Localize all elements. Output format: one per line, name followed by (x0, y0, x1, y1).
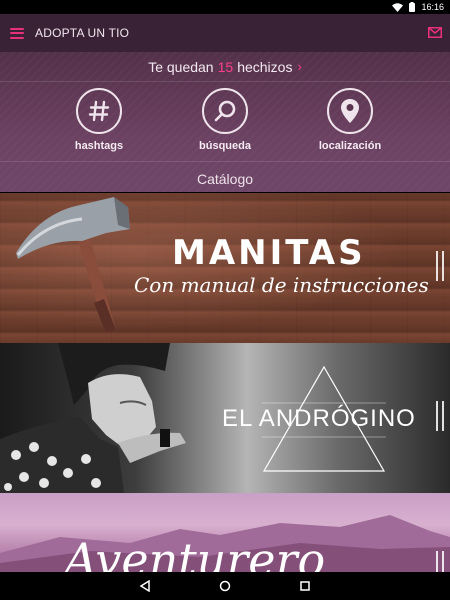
card-title: EL ANDRÓGINO (222, 405, 416, 432)
home-icon[interactable] (215, 576, 235, 596)
status-time: 16:16 (421, 2, 444, 12)
location-pin-icon (327, 88, 373, 134)
back-icon[interactable] (135, 576, 155, 596)
portrait-illustration (0, 343, 186, 493)
drag-handle-icon[interactable] (436, 401, 444, 431)
battery-icon (409, 2, 416, 12)
app-title: ADOPTA UN TIO (35, 26, 130, 40)
feature-shortcuts: hashtags búsqueda localización (0, 84, 450, 162)
catalog-card-el-androgino[interactable]: EL ANDRÓGINO (0, 343, 450, 493)
card-subtitle: Con manual de instrucciones (134, 273, 429, 297)
card-title: MANITAS (172, 233, 366, 273)
spells-count: 15 (217, 58, 234, 75)
card-title: Aventurero (64, 533, 326, 572)
system-nav-bar (0, 572, 450, 600)
spells-prefix: Te quedan (148, 58, 214, 75)
search-icon (202, 88, 248, 134)
chevron-right-icon: › (297, 59, 302, 74)
search-button[interactable]: búsqueda (165, 88, 285, 152)
catalog-title: Catálogo (196, 171, 254, 187)
wifi-icon (392, 2, 404, 12)
drag-handle-icon[interactable] (436, 251, 444, 281)
hammer-icon (16, 197, 130, 333)
app-bar: ADOPTA UN TIO (0, 14, 450, 52)
spells-suffix: hechizos (237, 58, 293, 75)
hashtags-button[interactable]: hashtags (39, 88, 159, 152)
catalog-card-manitas[interactable]: MANITAS Con manual de instrucciones (0, 193, 450, 343)
catalog-card-aventurero[interactable]: Aventurero (0, 493, 450, 572)
search-label: búsqueda (199, 140, 251, 152)
mail-icon[interactable] (428, 27, 442, 38)
spells-remaining-link[interactable]: Te quedan 15 hechizos › (0, 52, 450, 82)
hashtags-label: hashtags (74, 140, 124, 152)
drag-handle-icon[interactable] (436, 551, 444, 572)
location-button[interactable]: localización (290, 88, 410, 152)
location-label: localización (318, 140, 382, 152)
hashtag-icon (76, 88, 122, 134)
menu-icon[interactable] (10, 27, 24, 39)
recents-icon[interactable] (295, 576, 315, 596)
status-bar: 16:16 (0, 0, 450, 14)
